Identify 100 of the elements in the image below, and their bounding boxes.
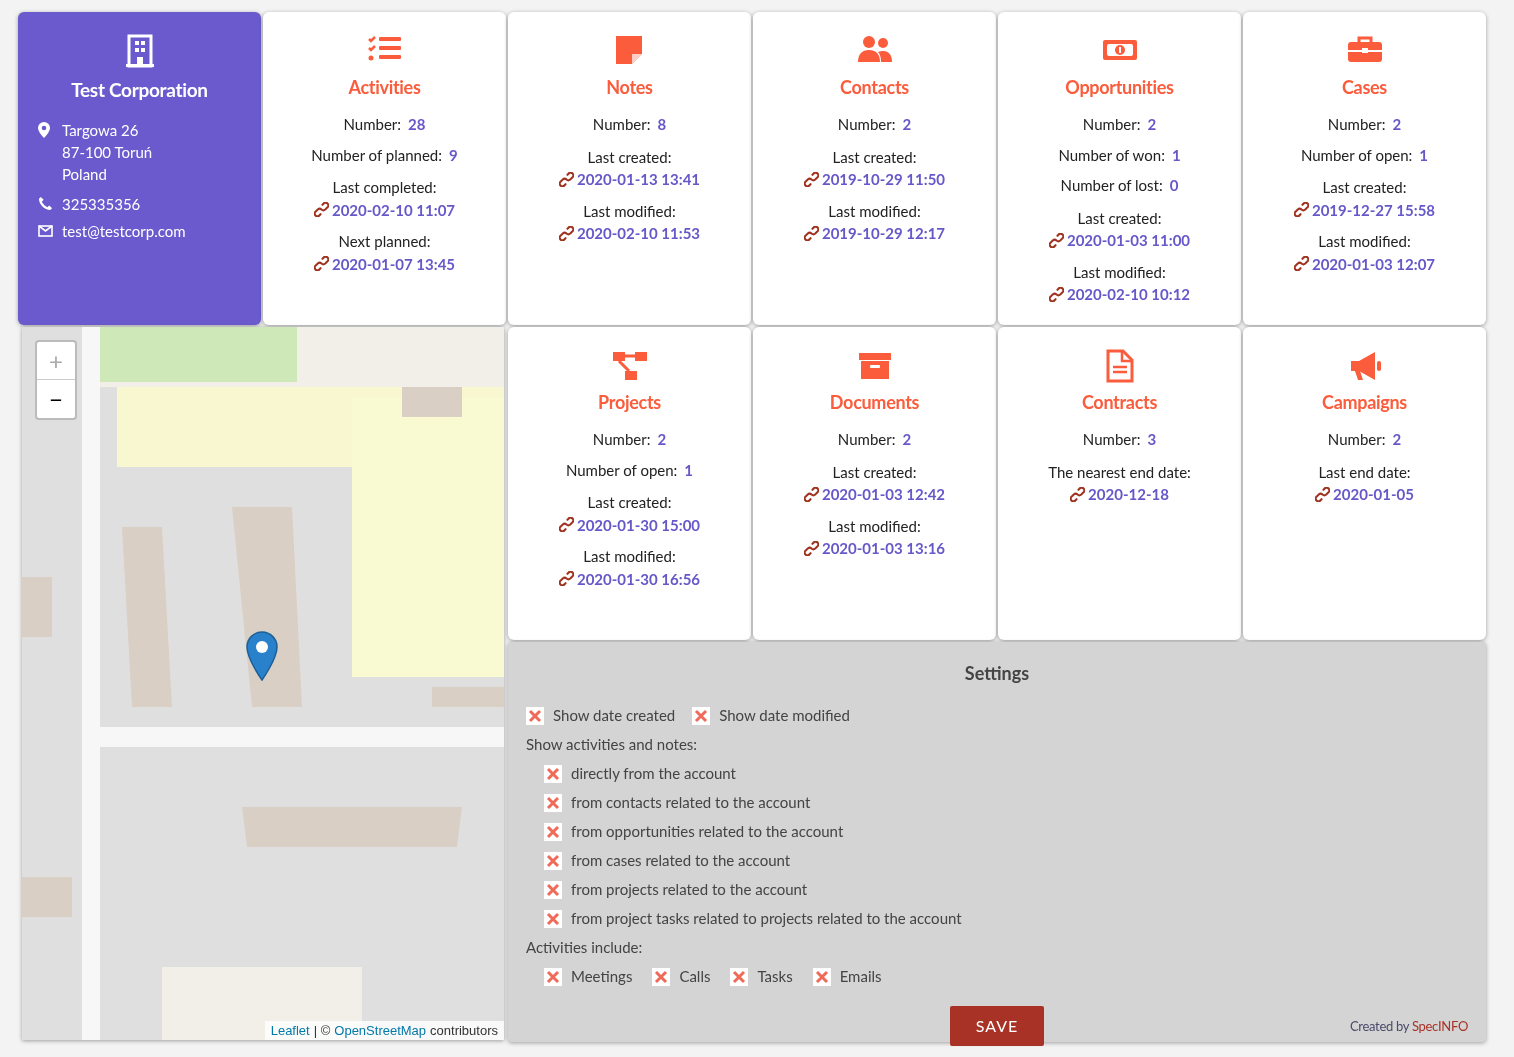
checkbox[interactable] [544, 822, 562, 841]
link-icon [803, 486, 819, 502]
date-link[interactable]: 2020-12-18 [1070, 483, 1169, 506]
field-label: Number: [1082, 114, 1141, 135]
field-value: 1 [1419, 144, 1429, 166]
date-link[interactable]: 2019-10-29 12:17 [803, 222, 946, 245]
checkbox-label: from project tasks related to projects related to the account [571, 908, 962, 930]
card-title[interactable]: Notes [606, 74, 653, 101]
field-label: Last modified: [828, 515, 921, 537]
checkbox[interactable] [544, 909, 562, 928]
field-label: Next planned: [338, 231, 431, 252]
card-title[interactable]: Campaigns [1322, 389, 1407, 416]
date-link[interactable]: 2020-01-03 12:42 [803, 483, 946, 506]
date-link[interactable]: 2019-12-27 15:58 [1293, 198, 1436, 221]
date-link[interactable]: 2020-01-30 16:56 [558, 567, 701, 590]
map-marker-icon[interactable] [246, 631, 278, 681]
field-label: Number: [837, 114, 896, 135]
field-label: Number: [592, 429, 651, 450]
attribution-text: contributors [430, 1021, 498, 1040]
date-link[interactable]: 2020-01-03 11:00 [1048, 229, 1191, 252]
date-link[interactable]: 2020-01-13 13:41 [558, 168, 701, 191]
link-icon [313, 256, 329, 272]
checkbox-label: Tasks [757, 966, 793, 988]
checkbox-label: Emails [839, 966, 882, 988]
field-label: Last modified: [1073, 261, 1166, 283]
checkbox[interactable] [544, 851, 562, 870]
date-link[interactable]: 2020-02-10 11:53 [558, 222, 701, 245]
checkbox[interactable] [730, 967, 749, 986]
date-link[interactable]: 2020-01-03 12:07 [1293, 252, 1436, 275]
link-icon [1293, 256, 1309, 272]
field-label: Number of lost: [1060, 175, 1163, 196]
address-text: Targowa 26 87-100 Toruń Poland [62, 119, 153, 185]
field-label: Number: [343, 114, 402, 135]
card-title[interactable]: Contracts [1081, 389, 1158, 416]
field-label: Last modified: [1318, 231, 1411, 252]
field-label: Last completed: [332, 177, 437, 198]
checkbox[interactable] [544, 967, 562, 986]
leaflet-link[interactable]: Leaflet [270, 1020, 310, 1040]
zoom-out-button[interactable]: − [37, 380, 75, 418]
diagram-icon [611, 349, 648, 383]
link-icon [558, 517, 574, 533]
field-label: Number of won: [1058, 144, 1165, 166]
envelope-icon [38, 224, 53, 237]
checkbox[interactable] [544, 880, 562, 899]
checkbox-label: Show date modified [719, 705, 850, 727]
building-icon [125, 34, 154, 68]
checkbox[interactable] [812, 967, 831, 986]
attribution-separator: | © [313, 1021, 331, 1040]
card-title[interactable]: Opportunities [1065, 74, 1174, 101]
date-link[interactable]: 2020-01-05 [1315, 483, 1414, 506]
card-title[interactable]: Cases [1342, 74, 1387, 101]
section-label: Activities include: [526, 937, 644, 959]
field-label: Number: [1082, 429, 1141, 450]
date-link[interactable]: 2020-02-10 10:12 [1048, 283, 1191, 306]
credit-text: Created by SpecINFO [1349, 1016, 1468, 1036]
settings-title: Settings [963, 661, 1031, 686]
field-label: Number: [1327, 429, 1386, 450]
date-link[interactable]: 2020-02-10 11:07 [313, 198, 456, 221]
field-label: Number: [592, 114, 651, 135]
checkbox[interactable] [544, 793, 562, 812]
checkbox[interactable] [526, 706, 544, 725]
card-title[interactable]: Documents [829, 389, 920, 416]
field-label: Last end date: [1318, 461, 1411, 483]
email-address: test@testcorp.com [62, 220, 186, 242]
date-link[interactable]: 2020-01-07 13:45 [313, 252, 456, 275]
checkbox-label: from cases related to the account [571, 850, 791, 872]
field-label: The nearest end date: [1048, 461, 1191, 483]
link-icon [803, 225, 819, 241]
link-icon [558, 571, 574, 587]
field-label: Number of open: [565, 459, 678, 481]
card-title[interactable]: Contacts [840, 74, 909, 101]
checkbox[interactable] [544, 764, 562, 783]
link-icon [558, 225, 574, 241]
date-link[interactable]: 2020-01-03 13:16 [803, 537, 946, 560]
link-icon [803, 171, 819, 187]
field-value: 3 [1147, 429, 1157, 450]
field-value: 2 [657, 429, 667, 450]
link-icon [558, 171, 574, 187]
field-label: Last created: [832, 146, 917, 168]
card-title[interactable]: Activities [348, 74, 421, 101]
field-value: 2 [902, 429, 912, 450]
field-label: Last created: [1322, 177, 1407, 198]
field-value: 2 [1147, 114, 1157, 135]
company-name: Test Corporation [70, 77, 209, 103]
date-link[interactable]: 2020-01-30 15:00 [558, 513, 701, 536]
specinfo-link[interactable]: SpecINFO [1411, 1017, 1468, 1034]
openstreetmap-link[interactable]: OpenStreetMap [334, 1020, 427, 1040]
map-pin-icon [38, 121, 50, 138]
field-value: 1 [684, 459, 694, 481]
field-value: 28 [408, 114, 426, 135]
date-link[interactable]: 2019-10-29 11:50 [803, 168, 946, 191]
link-icon [803, 540, 819, 556]
save-button[interactable]: SAVE [950, 1006, 1044, 1046]
field-label: Last modified: [583, 200, 676, 222]
checkbox[interactable] [692, 706, 711, 725]
phone-icon [38, 196, 53, 211]
checkbox-label: from contacts related to the account [571, 792, 811, 814]
card-title[interactable]: Projects [598, 389, 661, 416]
field-value: 9 [449, 144, 458, 166]
checkbox[interactable] [652, 967, 671, 986]
